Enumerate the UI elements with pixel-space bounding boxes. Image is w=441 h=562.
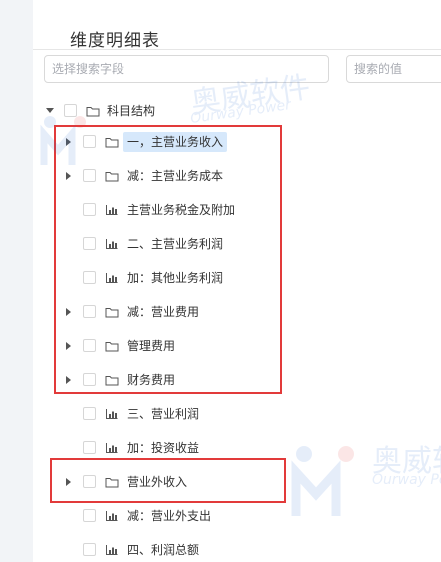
bar-chart-icon: [106, 273, 118, 283]
tree-item-checkbox[interactable]: [83, 407, 96, 420]
tree-item-checkbox[interactable]: [83, 339, 96, 352]
tree-item[interactable]: 减：主营业务成本: [0, 165, 441, 187]
bar-chart-icon: [106, 205, 118, 215]
tree-item[interactable]: 营业外收入: [0, 471, 441, 493]
tree-item-label: 减：主营业务成本: [127, 169, 224, 183]
tree-item-label: 减：营业费用: [127, 305, 200, 319]
tree-item-checkbox[interactable]: [83, 271, 96, 284]
folder-icon: [105, 376, 119, 386]
tree-item-label: 主营业务税金及附加: [127, 203, 236, 217]
tree-item[interactable]: 加：其他业务利润: [0, 267, 441, 289]
tree-item-checkbox[interactable]: [83, 475, 96, 488]
expand-caret-icon[interactable]: [66, 138, 71, 146]
tree-item-label: 二、主营业务利润: [127, 237, 224, 251]
folder-icon: [105, 478, 119, 488]
tree-item[interactable]: 财务费用: [0, 369, 441, 391]
tree-item-label: 四、利润总额: [127, 543, 200, 557]
tree-item-checkbox[interactable]: [83, 441, 96, 454]
expand-caret-icon[interactable]: [66, 308, 71, 316]
tree-item[interactable]: 一，主营业务收入: [0, 131, 441, 153]
tree-item-label: 加：投资收益: [127, 441, 200, 455]
tree-item[interactable]: 减：营业外支出: [0, 505, 441, 527]
bar-chart-icon: [106, 443, 118, 453]
tree-item-checkbox[interactable]: [83, 509, 96, 522]
panel-title: 维度明细表: [70, 31, 160, 51]
tree-item[interactable]: 主营业务税金及附加: [0, 199, 441, 221]
bar-chart-icon: [106, 545, 118, 555]
tree-item-checkbox[interactable]: [83, 305, 96, 318]
tree-item-label: 管理费用: [127, 339, 176, 353]
tree-item-label: 营业外收入: [127, 475, 188, 489]
folder-icon: [105, 138, 119, 148]
tree-item-label: 三、营业利润: [127, 407, 200, 421]
tree-item-checkbox[interactable]: [83, 543, 96, 556]
tree-root[interactable]: 科目结构: [0, 100, 441, 122]
expand-caret-icon[interactable]: [66, 342, 71, 350]
tree-item-label: 一，主营业务收入: [123, 132, 228, 152]
tree-item-checkbox[interactable]: [83, 135, 96, 148]
header-divider: [33, 49, 441, 50]
tree-item[interactable]: 加：投资收益: [0, 437, 441, 459]
search-value-input[interactable]: [346, 55, 441, 83]
tree-item-checkbox[interactable]: [83, 169, 96, 182]
bar-chart-icon: [106, 511, 118, 521]
tree-root-label: 科目结构: [107, 104, 156, 118]
folder-icon: [105, 342, 119, 352]
tree-item[interactable]: 减：营业费用: [0, 301, 441, 323]
tree-item[interactable]: 二、主营业务利润: [0, 233, 441, 255]
tree-item[interactable]: 管理费用: [0, 335, 441, 357]
expand-caret-icon[interactable]: [66, 478, 71, 486]
tree-item-checkbox[interactable]: [83, 373, 96, 386]
tree-item[interactable]: 四、利润总额: [0, 539, 441, 561]
collapse-caret-icon[interactable]: [46, 108, 54, 113]
tree-item-checkbox[interactable]: [83, 203, 96, 216]
tree-item-label: 财务费用: [127, 373, 176, 387]
bar-chart-icon: [106, 239, 118, 249]
folder-icon: [105, 172, 119, 182]
tree-item-label: 加：其他业务利润: [127, 271, 224, 285]
expand-caret-icon[interactable]: [66, 376, 71, 384]
search-field-select[interactable]: [44, 55, 329, 83]
tree-item-label: 减：营业外支出: [127, 509, 212, 523]
bar-chart-icon: [106, 409, 118, 419]
folder-icon: [86, 107, 100, 117]
tree-item[interactable]: 三、营业利润: [0, 403, 441, 425]
tree-root-checkbox[interactable]: [64, 104, 77, 117]
expand-caret-icon[interactable]: [66, 172, 71, 180]
tree-item-checkbox[interactable]: [83, 237, 96, 250]
folder-icon: [105, 308, 119, 318]
